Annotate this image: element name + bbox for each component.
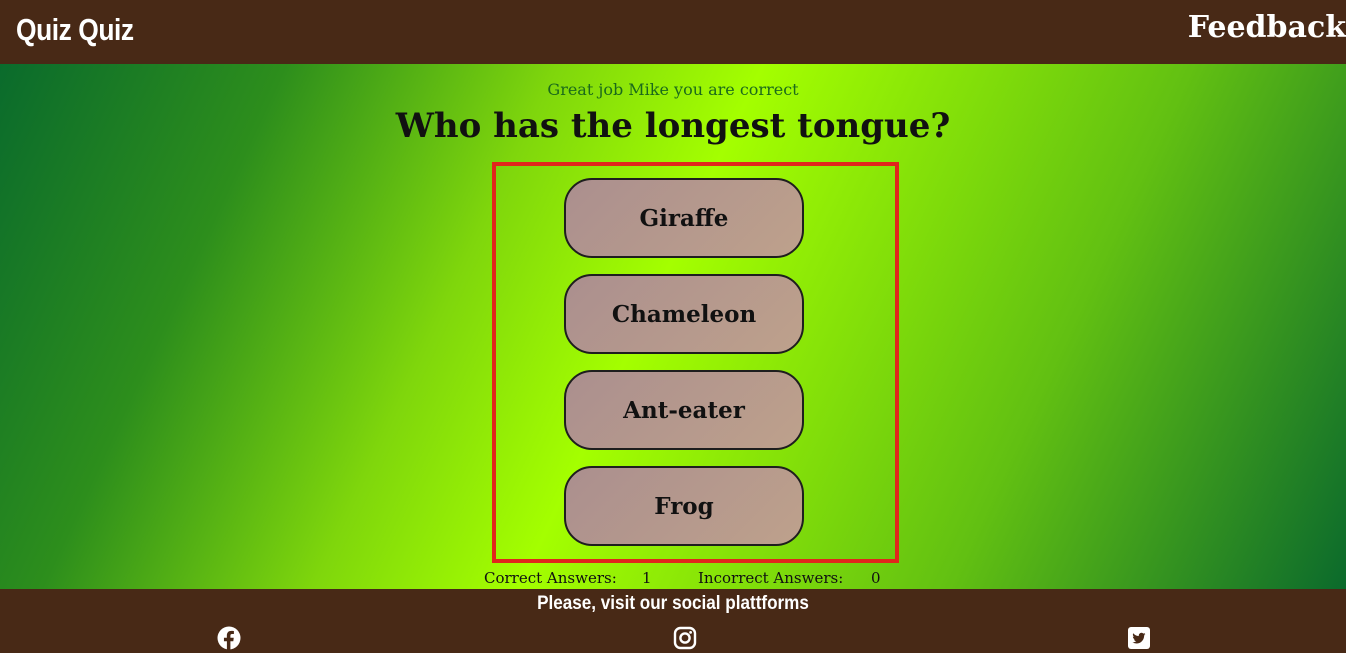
answer-button-3[interactable]: Ant-eater bbox=[564, 370, 804, 450]
quiz-area: Great job Mike you are correct Who has t… bbox=[0, 64, 1346, 589]
site-footer: Please, visit our social plattforms bbox=[0, 589, 1346, 653]
facebook-icon[interactable] bbox=[217, 626, 241, 650]
correct-answers-count: 1 bbox=[642, 569, 652, 587]
instagram-icon[interactable] bbox=[673, 626, 697, 650]
answer-button-4[interactable]: Frog bbox=[564, 466, 804, 546]
score-area: Correct Answers: 1 Incorrect Answers: 0 bbox=[0, 569, 1346, 589]
answer-feedback-message: Great job Mike you are correct bbox=[547, 80, 799, 99]
answers-container: Giraffe Chameleon Ant-eater Frog bbox=[492, 162, 899, 563]
site-header: Quiz Quiz Feedback bbox=[0, 0, 1346, 64]
feedback-link[interactable]: Feedback bbox=[1188, 10, 1346, 45]
incorrect-answers-label: Incorrect Answers: bbox=[698, 569, 844, 587]
answer-button-2[interactable]: Chameleon bbox=[564, 274, 804, 354]
twitter-icon[interactable] bbox=[1127, 626, 1151, 650]
site-logo[interactable]: Quiz Quiz bbox=[16, 12, 134, 48]
correct-answers-label: Correct Answers: bbox=[484, 569, 617, 587]
footer-social-text: Please, visit our social plattforms bbox=[537, 593, 809, 614]
incorrect-answers-count: 0 bbox=[871, 569, 881, 587]
question-text: Who has the longest tongue? bbox=[395, 106, 951, 146]
answer-button-1[interactable]: Giraffe bbox=[564, 178, 804, 258]
